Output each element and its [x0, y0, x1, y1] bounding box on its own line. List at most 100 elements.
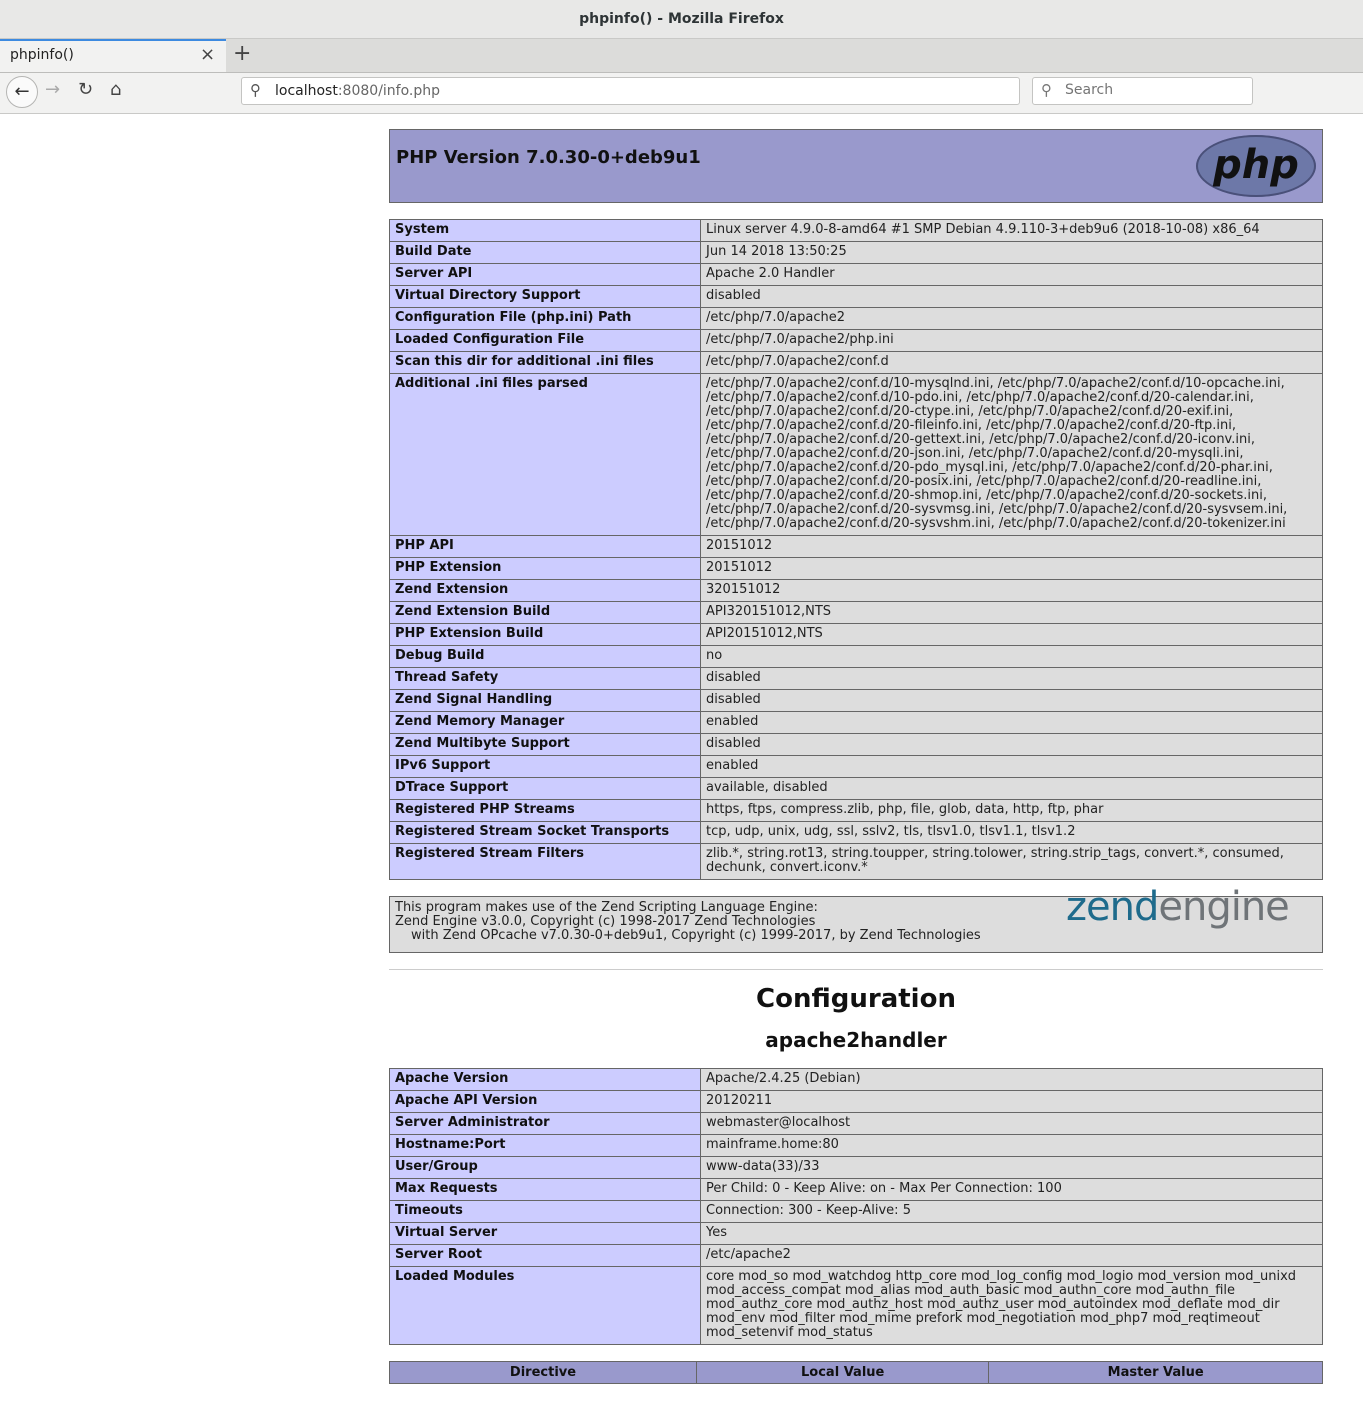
back-button[interactable]: ←	[6, 76, 38, 108]
row-value: Linux server 4.9.0-8-amd64 #1 SMP Debian…	[700, 219, 1323, 242]
row-value: 20151012	[700, 557, 1323, 580]
row-label: Debug Build	[389, 645, 701, 668]
table-row: Max Requests Per Child: 0 - Keep Alive: o…	[389, 1178, 1323, 1201]
row-value: zlib.*, string.rot13, string.toupper, st…	[700, 843, 1323, 880]
row-value: 20120211	[700, 1090, 1323, 1113]
tab-close-icon[interactable]: ×	[200, 44, 215, 65]
row-value: /etc/php/7.0/apache2/conf.d	[700, 351, 1323, 374]
row-value: disabled	[700, 689, 1323, 712]
row-value: Jun 14 2018 13:50:25	[700, 241, 1323, 264]
table-row: Loaded Configuration File/etc/php/7.0/ap…	[389, 329, 1323, 352]
row-label: Hostname:Port	[389, 1134, 701, 1157]
table-row: Zend Extension Build API320151012,NTS	[389, 601, 1323, 624]
row-value: disabled	[700, 285, 1323, 308]
master-value-header: Master Value	[988, 1361, 1323, 1384]
row-value: www-data(33)/33	[700, 1156, 1323, 1179]
row-label: Zend Extension	[389, 579, 701, 602]
row-label: Loaded Configuration File	[389, 329, 701, 352]
row-label: Scan this dir for additional .ini files	[389, 351, 701, 374]
row-value: Yes	[700, 1222, 1323, 1245]
table-row: Thread Safety disabled	[389, 667, 1323, 690]
row-label: Apache Version	[389, 1068, 701, 1091]
row-label: Configuration File (php.ini) Path	[389, 307, 701, 330]
row-value: no	[700, 645, 1323, 668]
row-value: core mod_so mod_watchdog http_core mod_l…	[700, 1266, 1323, 1345]
home-icon[interactable]: ⌂	[110, 79, 121, 100]
table-row: PHP Extension 20151012	[389, 557, 1323, 580]
directive-header-row: Directive Local Value Master Value	[389, 1361, 1323, 1384]
zend-line-1: This program makes use of the Zend Scrip…	[395, 900, 818, 915]
table-row: PHP API 20151012	[389, 535, 1323, 558]
table-row: Configuration File (php.ini) Path/etc/ph…	[389, 307, 1323, 330]
row-label: Registered Stream Socket Transports	[389, 821, 701, 844]
table-row: Registered Stream Filters zlib.*, string.…	[389, 843, 1323, 880]
table-row: Server API Apache 2.0 Handler	[389, 263, 1323, 286]
row-label: Zend Multibyte Support	[389, 733, 701, 756]
row-label: Zend Signal Handling	[389, 689, 701, 712]
table-row: Zend Extension 320151012	[389, 579, 1323, 602]
table-row: Zend Multibyte Support disabled	[389, 733, 1323, 756]
table-row: Debug Build no	[389, 645, 1323, 668]
search-bar[interactable]: ⚲	[1032, 77, 1253, 105]
table-row: Apache API Version 20120211	[389, 1090, 1323, 1113]
php-version-header: PHP Version 7.0.30-0+deb9u1 php	[389, 129, 1323, 203]
row-label: Thread Safety	[389, 667, 701, 690]
row-label: Zend Extension Build	[389, 601, 701, 624]
table-row: Registered PHP Streams https, ftps, compr…	[389, 799, 1323, 822]
module-heading-apache2handler[interactable]: apache2handler	[389, 1028, 1323, 1052]
url-bar[interactable]: ⚲ localhost:8080/info.php	[241, 77, 1020, 105]
table-row: Hostname:Port mainframe.home:80	[389, 1134, 1323, 1157]
zend-engine-logo[interactable]: zendengine	[1066, 887, 1290, 927]
table-row: Apache Version Apache/2.4.25 (Debian)	[389, 1068, 1323, 1091]
reload-icon[interactable]: ↻	[78, 79, 93, 100]
directive-table: Directive Local Value Master Value	[389, 1361, 1323, 1384]
row-value: /etc/php/7.0/apache2	[700, 307, 1323, 330]
table-row: Virtual Directory Support disabled	[389, 285, 1323, 308]
row-value: Per Child: 0 - Keep Alive: on - Max Per …	[700, 1178, 1323, 1201]
window-title-bar: phpinfo() - Mozilla Firefox	[0, 0, 1363, 39]
zend-engine-box: This program makes use of the Zend Scrip…	[389, 887, 1323, 953]
row-label: PHP Extension Build	[389, 623, 701, 646]
table-row: IPv6 Support enabled	[389, 755, 1323, 778]
row-label: Additional .ini files parsed	[389, 373, 701, 536]
row-value: /etc/apache2	[700, 1244, 1323, 1267]
search-input[interactable]	[1063, 81, 1247, 99]
php-logo[interactable]: php	[1196, 135, 1316, 197]
row-label: Zend Memory Manager	[389, 711, 701, 734]
row-value: Apache/2.4.25 (Debian)	[700, 1068, 1323, 1091]
php-version-title: PHP Version 7.0.30-0+deb9u1	[396, 147, 701, 168]
tab-phpinfo[interactable]: phpinfo() ×	[0, 39, 226, 72]
row-label: User/Group	[389, 1156, 701, 1179]
row-value: 20151012	[700, 535, 1323, 558]
row-label: Server Administrator	[389, 1112, 701, 1135]
row-value: /etc/php/7.0/apache2/php.ini	[700, 329, 1323, 352]
table-row: Build Date Jun 14 2018 13:50:25	[389, 241, 1323, 264]
row-label: Timeouts	[389, 1200, 701, 1223]
directive-header: Directive	[389, 1361, 697, 1384]
php-info-table: System Linux server 4.9.0-8-amd64 #1 SMP …	[389, 219, 1323, 880]
table-row: Loaded Modules core mod_so mod_watchdog h…	[389, 1266, 1323, 1345]
tab-title: phpinfo()	[10, 47, 74, 63]
zend-logo-zend: zend	[1066, 884, 1159, 930]
configuration-heading: Configuration	[756, 984, 956, 1014]
row-value: 320151012	[700, 579, 1323, 602]
forward-arrow-icon[interactable]: →	[45, 79, 60, 100]
apache2handler-table: Apache Version Apache/2.4.25 (Debian) Apac…	[389, 1068, 1323, 1345]
row-value: enabled	[700, 711, 1323, 734]
row-label: Virtual Directory Support	[389, 285, 701, 308]
new-tab-icon[interactable]: +	[233, 40, 251, 68]
zend-logo-engine: engine	[1158, 884, 1289, 930]
row-label: PHP Extension	[389, 557, 701, 580]
table-row: Server Administrator webmaster@localhost	[389, 1112, 1323, 1135]
row-value: disabled	[700, 733, 1323, 756]
search-icon: ⚲	[250, 81, 261, 99]
row-label: Server Root	[389, 1244, 701, 1267]
row-value: API20151012,NTS	[700, 623, 1323, 646]
row-label: PHP API	[389, 535, 701, 558]
table-row: Scan this dir for additional .ini files /…	[389, 351, 1323, 374]
row-value: tcp, udp, unix, udg, ssl, sslv2, tls, tl…	[700, 821, 1323, 844]
url-text[interactable]: localhost:8080/info.php	[275, 83, 440, 99]
url-path: :8080/info.php	[337, 83, 441, 99]
row-value: https, ftps, compress.zlib, php, file, g…	[700, 799, 1323, 822]
row-label: System	[389, 219, 701, 242]
